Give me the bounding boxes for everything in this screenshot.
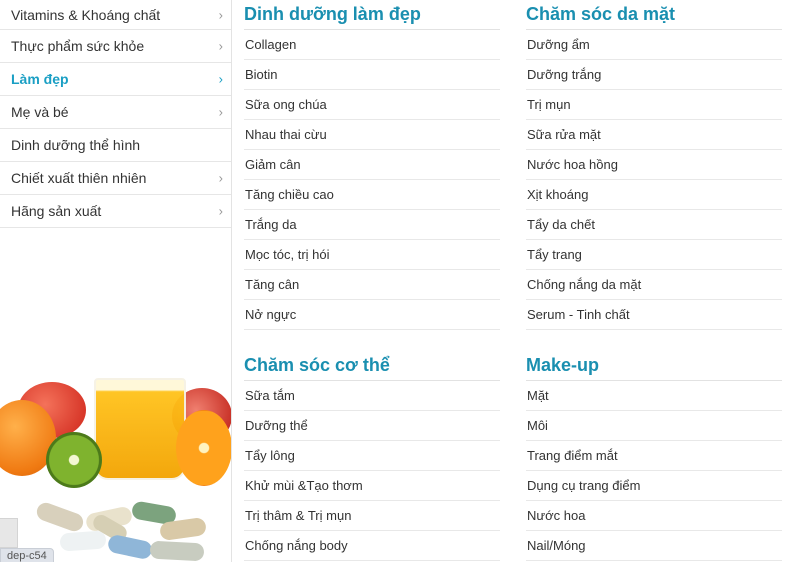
chevron-right-icon: › <box>218 7 223 22</box>
subcategory-link[interactable]: Sữa tắm <box>244 381 500 411</box>
orange-slice-graphic <box>176 410 231 486</box>
subcategory-link[interactable]: Trị mụn <box>526 90 782 120</box>
chevron-right-icon: › <box>218 104 223 120</box>
subcategory-link[interactable]: Nail/Móng <box>526 531 782 561</box>
subcategory-link[interactable]: Nhau thai cừu <box>244 120 500 150</box>
sidebar-item-label: Dinh dưỡng thể hình <box>11 137 141 153</box>
section-title-face-care[interactable]: Chăm sóc da mặt <box>526 0 782 30</box>
subcategory-link[interactable]: Trắng da <box>244 210 500 240</box>
subcategory-link[interactable]: Tẩy da chết <box>526 210 782 240</box>
subcategory-link[interactable]: Nước hoa <box>526 501 782 531</box>
subcategory-list: Collagen Biotin Sữa ong chúa Nhau thai c… <box>244 30 500 330</box>
status-url-tag: dep-c54 <box>0 548 54 562</box>
category-list: Vitamins & Khoáng chất › Thực phẩm sức k… <box>0 0 231 228</box>
sidebar-item-label: Mẹ và bé <box>11 104 69 120</box>
chevron-right-icon: › <box>218 203 223 219</box>
section-title-body-care[interactable]: Chăm sóc cơ thể <box>244 351 500 381</box>
pill-graphic <box>149 540 205 562</box>
sidebar-item-label: Vitamins & Khoáng chất <box>11 6 161 23</box>
promo-image-fruits-supplements <box>0 370 231 562</box>
subcategory-link[interactable]: Tẩy trang <box>526 240 782 270</box>
sidebar-item-natural-extracts[interactable]: Chiết xuất thiên nhiên › <box>0 162 231 195</box>
chevron-right-icon: › <box>218 170 223 186</box>
subcategory-link[interactable]: Collagen <box>244 30 500 60</box>
subcategory-link[interactable]: Dưỡng thể <box>244 411 500 441</box>
section-body-care: Chăm sóc cơ thể Sữa tắm Dưỡng thể Tẩy lô… <box>244 351 500 561</box>
subcategory-link[interactable]: Tẩy lông <box>244 441 500 471</box>
subcategory-link[interactable]: Dụng cụ trang điểm <box>526 471 782 501</box>
subcategory-link[interactable]: Mặt <box>526 381 782 411</box>
subcategory-link[interactable]: Dưỡng trắng <box>526 60 782 90</box>
sidebar-item-beauty[interactable]: Làm đẹp › <box>0 63 231 96</box>
sidebar-item-manufacturers[interactable]: Hãng sản xuất › <box>0 195 231 228</box>
subcategory-list: Dưỡng ẩm Dưỡng trắng Trị mụn Sữa rửa mặt… <box>526 30 782 330</box>
juice-glass-graphic <box>94 378 186 480</box>
subcategory-link[interactable]: Mọc tóc, trị hói <box>244 240 500 270</box>
subcategory-link[interactable]: Chống nắng da mặt <box>526 270 782 300</box>
kiwi-graphic <box>46 432 102 488</box>
subcategory-link[interactable]: Trị thâm & Trị mụn <box>244 501 500 531</box>
subcategory-link[interactable]: Giảm cân <box>244 150 500 180</box>
subcategory-link[interactable]: Khử mùi &Tạo thơm <box>244 471 500 501</box>
subcategory-link[interactable]: Nước hoa hồng <box>526 150 782 180</box>
section-makeup: Make-up Mặt Môi Trang điểm mắt Dụng cụ t… <box>526 351 782 561</box>
section-nutrition-beauty: Dinh dưỡng làm đẹp Collagen Biotin Sữa o… <box>244 0 500 330</box>
subcategory-link[interactable]: Serum - Tinh chất <box>526 300 782 330</box>
section-title-makeup[interactable]: Make-up <box>526 351 782 381</box>
sidebar-item-vitamins[interactable]: Vitamins & Khoáng chất › <box>0 0 231 30</box>
subcategory-link[interactable]: Chống nắng body <box>244 531 500 561</box>
sidebar-item-label: Thực phẩm sức khỏe <box>11 38 145 54</box>
subcategory-link[interactable]: Sữa rửa mặt <box>526 120 782 150</box>
subcategory-list: Mặt Môi Trang điểm mắt Dụng cụ trang điể… <box>526 381 782 561</box>
sidebar-item-label: Chiết xuất thiên nhiên <box>11 170 147 186</box>
subcategory-link[interactable]: Nở ngực <box>244 300 500 330</box>
subcategory-link[interactable]: Trang điểm mắt <box>526 441 782 471</box>
sidebar-item-mother-baby[interactable]: Mẹ và bé › <box>0 96 231 129</box>
subcategory-link[interactable]: Tăng chiều cao <box>244 180 500 210</box>
side-scroll-tab[interactable] <box>0 518 18 548</box>
pill-graphic <box>59 530 107 552</box>
subcategory-link[interactable]: Dưỡng ẩm <box>526 30 782 60</box>
section-face-care: Chăm sóc da mặt Dưỡng ẩm Dưỡng trắng Trị… <box>526 0 782 330</box>
sidebar-item-label: Hãng sản xuất <box>11 203 102 219</box>
sidebar-item-health-food[interactable]: Thực phẩm sức khỏe › <box>0 30 231 63</box>
section-title-nutrition-beauty[interactable]: Dinh dưỡng làm đẹp <box>244 0 500 30</box>
chevron-right-icon: › <box>218 71 223 87</box>
chevron-right-icon: › <box>218 38 223 54</box>
subcategory-link[interactable]: Sữa ong chúa <box>244 90 500 120</box>
pill-graphic <box>34 500 86 534</box>
subcategory-link[interactable]: Môi <box>526 411 782 441</box>
pill-graphic <box>106 533 154 561</box>
subcategory-link[interactable]: Tăng cân <box>244 270 500 300</box>
sidebar-item-sports-nutrition[interactable]: Dinh dưỡng thể hình <box>0 129 231 162</box>
subcategory-link[interactable]: Xịt khoáng <box>526 180 782 210</box>
sidebar-item-label: Làm đẹp <box>11 71 69 87</box>
subcategory-list: Sữa tắm Dưỡng thể Tẩy lông Khử mùi &Tạo … <box>244 381 500 561</box>
subcategory-link[interactable]: Biotin <box>244 60 500 90</box>
category-sidebar: Vitamins & Khoáng chất › Thực phẩm sức k… <box>0 0 232 562</box>
